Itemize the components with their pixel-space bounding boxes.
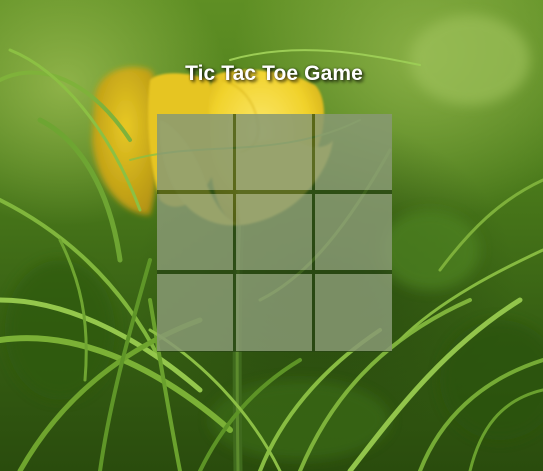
board-cell-6[interactable] (315, 194, 392, 270)
board-cell-1[interactable] (157, 114, 233, 190)
game-title: Tic Tac Toe Game (185, 62, 363, 85)
board-cell-2[interactable] (236, 114, 312, 190)
game-board (157, 114, 392, 352)
board-cell-5[interactable] (236, 194, 312, 270)
board-cell-4[interactable] (157, 194, 233, 270)
board-cell-3[interactable] (315, 114, 392, 190)
board-cell-8[interactable] (236, 274, 312, 351)
board-cell-7[interactable] (157, 274, 233, 351)
board-cell-9[interactable] (315, 274, 392, 351)
